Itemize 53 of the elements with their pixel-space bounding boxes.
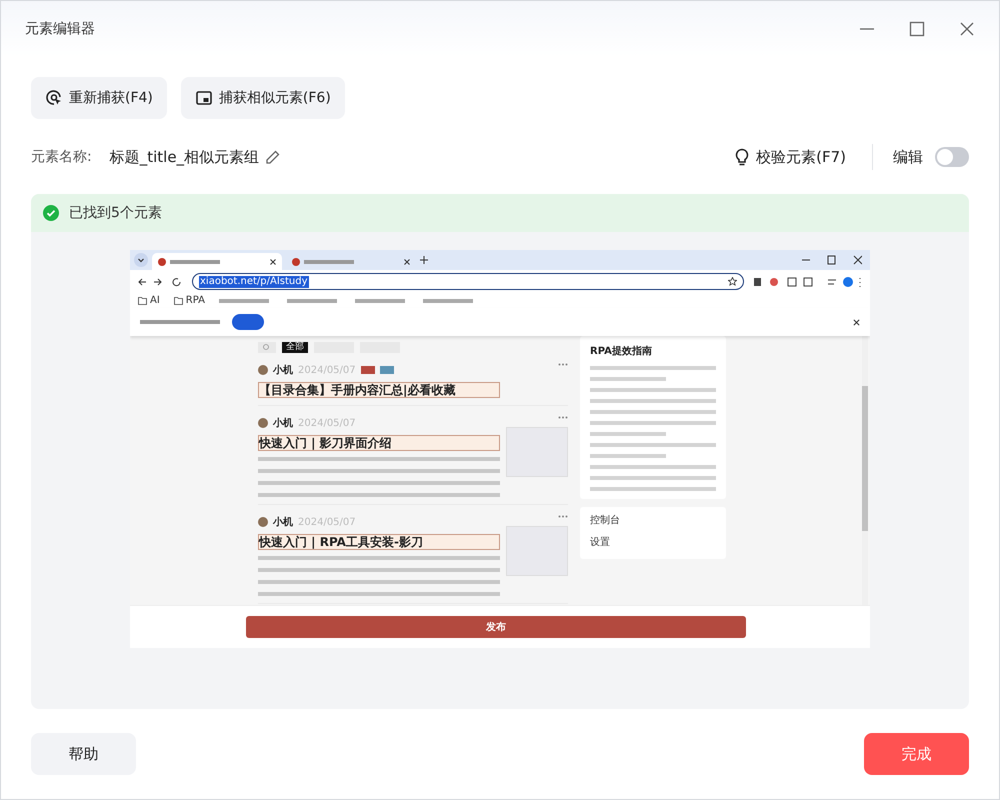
close-icon[interactable] bbox=[853, 318, 860, 326]
publish-button[interactable]: 发布 bbox=[246, 616, 746, 638]
folder-icon bbox=[174, 296, 183, 304]
help-button[interactable]: 帮助 bbox=[31, 733, 136, 775]
author-name: 小机 bbox=[273, 416, 293, 430]
close-icon[interactable] bbox=[270, 258, 276, 264]
infobar-button[interactable] bbox=[232, 314, 264, 330]
post-title[interactable]: 快速入门 | 影刀界面介绍 bbox=[258, 435, 500, 451]
check-circle-icon bbox=[43, 205, 59, 221]
menu-item[interactable]: 控制台 bbox=[590, 513, 716, 527]
edit-toggle[interactable] bbox=[935, 147, 969, 167]
bookmark-item[interactable]: AI bbox=[138, 295, 160, 306]
author-name: 小机 bbox=[273, 364, 293, 377]
result-text: 已找到5个元素 bbox=[69, 204, 162, 222]
filter-chip[interactable]: 全部 bbox=[282, 342, 308, 353]
address-bar[interactable]: xiaobot.net/p/AIstudy bbox=[192, 273, 744, 290]
lightbulb-icon bbox=[734, 148, 750, 166]
post-date: 2024/05/07 bbox=[298, 516, 356, 528]
edit-label: 编辑 bbox=[893, 148, 923, 166]
avatar bbox=[258, 418, 268, 428]
more-icon[interactable] bbox=[558, 416, 568, 419]
window-icon bbox=[194, 89, 213, 107]
plus-icon[interactable] bbox=[420, 256, 428, 264]
pencil-icon[interactable] bbox=[265, 149, 282, 165]
element-name-label: 元素名称: bbox=[31, 148, 92, 166]
element-name-value: 标题_title_相似元素组 bbox=[110, 148, 260, 166]
post-title[interactable]: 【目录合集】手册内容汇总|必看收藏 bbox=[258, 382, 500, 398]
toolbar-button[interactable]: 捕获相似元素(F6) bbox=[180, 77, 345, 119]
window-controls-icon bbox=[802, 255, 862, 265]
extension-icons[interactable] bbox=[752, 276, 862, 286]
more-icon[interactable] bbox=[558, 363, 568, 366]
close-icon[interactable] bbox=[959, 21, 975, 37]
post-date: 2024/05/07 bbox=[298, 418, 356, 428]
tab-list-icon[interactable] bbox=[134, 253, 148, 267]
close-icon[interactable] bbox=[404, 258, 410, 264]
browser-tab[interactable] bbox=[152, 253, 282, 270]
folder-icon bbox=[138, 296, 147, 304]
star-icon[interactable] bbox=[728, 277, 737, 286]
toolbar-button[interactable]: 重新捕获(F4) bbox=[31, 77, 167, 119]
menu-item[interactable]: 设置 bbox=[590, 535, 716, 549]
maximize-icon[interactable] bbox=[909, 21, 925, 37]
validate-button[interactable]: 校验元素(F7) bbox=[728, 146, 852, 168]
window-title: 元素编辑器 bbox=[25, 20, 95, 38]
more-icon[interactable] bbox=[558, 515, 568, 518]
card-title: RPA提效指南 bbox=[590, 344, 653, 358]
post-date: 2024/05/07 bbox=[298, 364, 356, 376]
author-name: 小机 bbox=[273, 516, 293, 529]
avatar bbox=[258, 365, 268, 375]
avatar bbox=[258, 517, 268, 527]
url-text: xiaobot.net/p/AIstudy bbox=[199, 276, 309, 288]
post-title[interactable]: 快速入门 | RPA工具安装-影刀 bbox=[258, 534, 500, 550]
target-icon bbox=[45, 89, 63, 107]
bookmark-item[interactable]: RPA bbox=[174, 295, 205, 306]
